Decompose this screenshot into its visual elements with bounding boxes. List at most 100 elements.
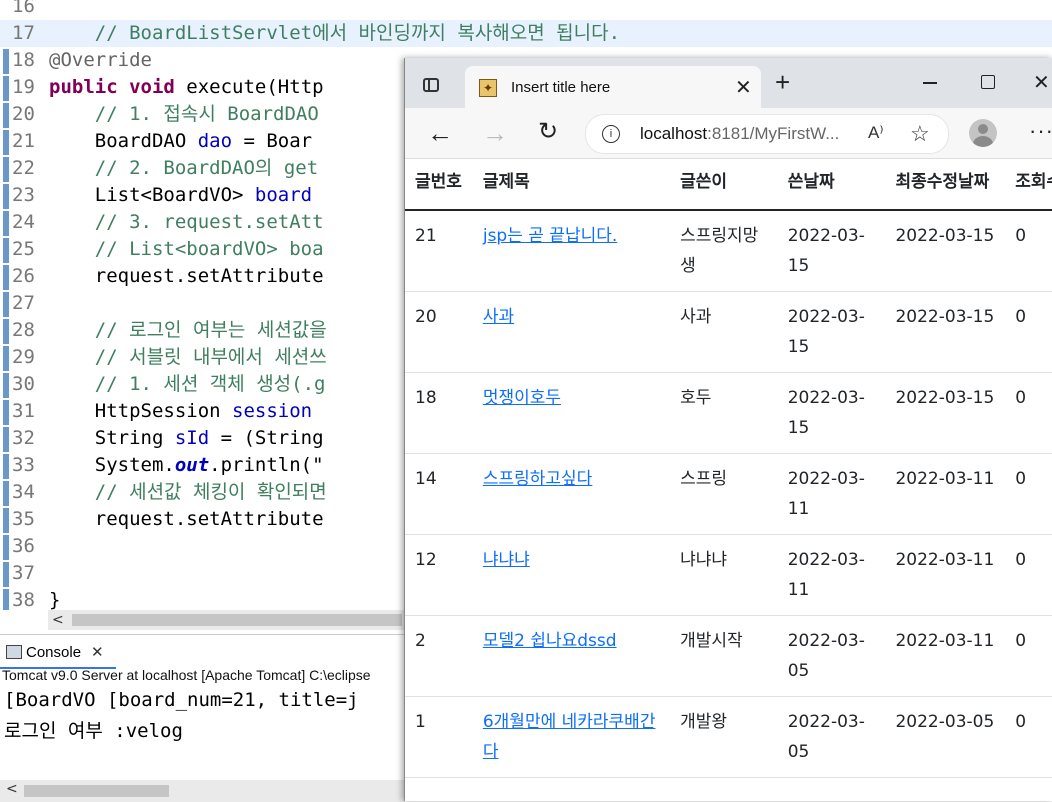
profile-avatar-icon[interactable] xyxy=(969,119,997,147)
tab-close-icon[interactable]: ✕ xyxy=(735,75,752,100)
code-token: String xyxy=(49,427,175,449)
code-text: HttpSession session xyxy=(49,398,312,425)
cell-title: 냐냐냐 xyxy=(472,534,671,616)
table-row: 21 jsp는 곧 끝납니다. 스프링지망생 2022-03-15 2022-03-15… xyxy=(405,210,1052,292)
code-token: request.setAttribute xyxy=(49,265,324,287)
post-title-link[interactable]: 모델2 쉽나요dssd xyxy=(483,631,617,651)
info-icon[interactable]: i xyxy=(602,125,620,143)
console-horizontal-scrollbar[interactable]: < xyxy=(0,780,404,802)
read-aloud-icon[interactable]: A⁾ xyxy=(868,123,884,143)
code-token: // 로그인 여부는 세션값을 xyxy=(94,319,327,341)
line-number: 32 xyxy=(12,427,35,449)
code-text: System.out.println(" xyxy=(49,452,324,479)
cell-modified-date: 2022-03-11 xyxy=(885,615,1006,697)
code-line[interactable]: 17 // BoardListServlet에서 바인딩까지 복사해오면 됩니다… xyxy=(0,20,1052,47)
url-path: :8181/MyFirstW... xyxy=(707,124,840,143)
address-bar[interactable]: i localhost:8181/MyFirstW... A⁾ ☆ xyxy=(585,114,949,154)
table-row: 12 냐냐냐 냐냐냐 2022-03-11 2022-03-11 0 xyxy=(405,534,1052,616)
board-list-table: 글번호 글제목 글쓴이 쓴날짜 최종수정날짜 조회수 21 jsp는 곧 끝납니다… xyxy=(405,159,1052,778)
cell-title: jsp는 곧 끝납니다. xyxy=(472,210,671,292)
tab-actions-icon[interactable] xyxy=(423,78,439,92)
scrollbar-thumb[interactable] xyxy=(72,614,402,626)
scroll-left-arrow-icon[interactable]: < xyxy=(52,610,64,630)
page-content: 글번호 글제목 글쓴이 쓴날짜 최종수정날짜 조회수 21 jsp는 곧 끝납니다… xyxy=(405,159,1052,801)
line-number: 27 xyxy=(12,292,35,314)
line-number: 25 xyxy=(12,238,35,260)
code-text: request.setAttribute xyxy=(49,263,324,290)
code-token: = (String xyxy=(209,427,324,449)
code-text: // 3. request.setAtt xyxy=(49,209,324,236)
post-title-link[interactable]: jsp는 곧 끝납니다. xyxy=(483,226,617,246)
cell-num: 12 xyxy=(405,534,473,616)
code-token: // 2. BoardDAO의 get xyxy=(94,157,319,179)
table-row: 1 6개월만에 네카라쿠배간다 개발왕 2022-03-05 2022-03-05 0 xyxy=(405,696,1052,778)
code-text: } xyxy=(49,587,60,610)
code-token: List<BoardVO> xyxy=(49,184,255,206)
line-number: 29 xyxy=(12,346,35,368)
post-title-link[interactable]: 냐냐냐 xyxy=(483,550,530,570)
console-tab[interactable]: Console ✕ xyxy=(0,637,116,669)
console-icon xyxy=(6,645,22,659)
scroll-left-arrow-icon[interactable]: < xyxy=(6,781,18,797)
line-number: 28 xyxy=(12,319,35,341)
table-row: 14 스프링하고싶다 스프링 2022-03-11 2022-03-11 0 xyxy=(405,453,1052,535)
new-tab-icon[interactable]: + xyxy=(775,69,790,95)
cell-num: 18 xyxy=(405,372,473,454)
cell-modified-date: 2022-03-15 xyxy=(885,210,1006,292)
code-text: // 로그인 여부는 세션값을 xyxy=(49,317,327,344)
scrollbar-thumb[interactable] xyxy=(24,785,169,797)
line-number: 22 xyxy=(12,157,35,179)
header-num: 글번호 xyxy=(405,159,473,211)
line-number: 37 xyxy=(12,562,35,584)
line-number: 19 xyxy=(12,76,35,98)
post-title-link[interactable]: 멋쟁이호두 xyxy=(483,388,561,408)
code-line[interactable]: 16 xyxy=(0,0,1052,20)
reload-icon[interactable]: ↻ xyxy=(538,117,558,146)
editor-horizontal-scrollbar[interactable]: < xyxy=(48,610,408,630)
url-text[interactable]: localhost:8181/MyFirstW... xyxy=(640,124,839,144)
cell-title: 모델2 쉽나요dssd xyxy=(472,615,671,697)
cell-num: 1 xyxy=(405,696,473,778)
cell-written-date: 2022-03-15 xyxy=(777,372,886,454)
more-options-icon[interactable]: ··· xyxy=(1029,118,1052,144)
code-token: // BoardListServlet에서 바인딩까지 복사해오면 됩니다. xyxy=(94,22,621,44)
url-host: localhost xyxy=(640,124,708,143)
table-row: 18 멋쟁이호두 호두 2022-03-15 2022-03-15 0 xyxy=(405,372,1052,454)
cell-writer: 개발왕 xyxy=(670,696,778,778)
line-number: 33 xyxy=(12,454,35,476)
back-arrow-icon[interactable]: ← xyxy=(427,118,453,149)
cell-num: 20 xyxy=(405,291,473,373)
post-title-link[interactable]: 6개월만에 네카라쿠배간다 xyxy=(483,712,656,762)
line-number: 36 xyxy=(12,535,35,557)
code-text: public void execute(Http xyxy=(49,74,324,101)
add-favorite-icon[interactable]: ☆ xyxy=(910,121,930,147)
code-text: // 서블릿 내부에서 세션쓰 xyxy=(49,344,327,371)
code-text: // 세션값 체킹이 확인되면 xyxy=(49,479,327,506)
post-title-link[interactable]: 스프링하고싶다 xyxy=(483,469,592,489)
line-number: 17 xyxy=(12,22,35,44)
browser-window: ✦ Insert title here ✕ + ✕ ← → ↻ i localh… xyxy=(404,58,1052,801)
maximize-icon[interactable] xyxy=(981,75,995,89)
cell-writer: 개발시작 xyxy=(670,615,778,697)
board-rows: 21 jsp는 곧 끝납니다. 스프링지망생 2022-03-15 2022-03-15… xyxy=(405,210,1052,778)
code-token: // 세션값 체킹이 확인되면 xyxy=(94,481,327,503)
cell-written-date: 2022-03-15 xyxy=(777,210,886,292)
post-title-link[interactable]: 사과 xyxy=(483,307,514,327)
minimize-icon[interactable] xyxy=(923,82,937,84)
code-token: // 1. 세션 객체 생성(.g xyxy=(94,373,326,395)
forward-arrow-icon[interactable]: → xyxy=(482,118,508,149)
console-close-icon[interactable]: ✕ xyxy=(91,643,104,661)
console-server-line: Tomcat v9.0 Server at localhost [Apache … xyxy=(2,667,371,683)
browser-tab[interactable]: ✦ Insert title here ✕ xyxy=(465,66,761,108)
code-token: void xyxy=(129,76,175,98)
cell-num: 14 xyxy=(405,453,473,535)
window-close-icon[interactable]: ✕ xyxy=(1033,70,1050,95)
cell-writer: 냐냐냐 xyxy=(670,534,778,616)
cell-views: 0 xyxy=(1005,453,1052,535)
cell-views: 0 xyxy=(1005,291,1052,373)
